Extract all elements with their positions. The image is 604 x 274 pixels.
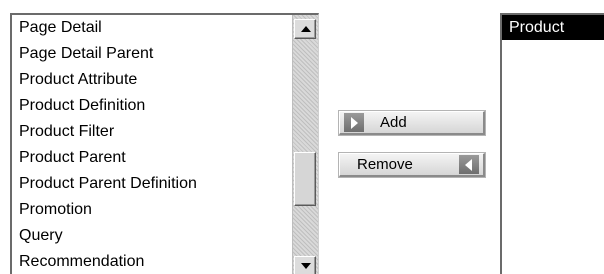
list-item[interactable]: Product Definition — [12, 93, 292, 119]
vertical-scrollbar[interactable] — [292, 15, 318, 274]
add-button[interactable]: Add — [338, 110, 486, 136]
triangle-up-icon — [301, 26, 311, 32]
available-items-list: Page Detail Page Detail Parent Product A… — [12, 15, 292, 274]
scrollbar-thumb[interactable] — [294, 152, 316, 206]
arrow-left-icon — [459, 155, 479, 174]
list-item[interactable]: Product Parent — [12, 145, 292, 171]
triangle-down-icon — [301, 263, 311, 269]
selected-list-item[interactable]: Product — [502, 15, 604, 40]
list-item[interactable]: Product Parent Definition — [12, 171, 292, 197]
list-item[interactable]: Query — [12, 223, 292, 249]
remove-button-label: Remove — [357, 156, 413, 173]
list-item[interactable]: Product Attribute — [12, 67, 292, 93]
selected-items-listbox[interactable]: Product — [500, 13, 604, 274]
scroll-up-button[interactable] — [294, 19, 316, 39]
list-item[interactable]: Promotion — [12, 197, 292, 223]
available-items-listbox[interactable]: Page Detail Page Detail Parent Product A… — [10, 13, 319, 274]
list-item[interactable]: Page Detail — [12, 15, 292, 41]
scroll-down-button[interactable] — [294, 256, 316, 274]
list-item[interactable]: Page Detail Parent — [12, 41, 292, 67]
list-item[interactable]: Recommendation — [12, 249, 292, 274]
add-button-label: Add — [380, 114, 407, 131]
remove-button[interactable]: Remove — [338, 152, 486, 178]
list-item[interactable]: Product Filter — [12, 119, 292, 145]
arrow-right-icon — [344, 113, 364, 132]
